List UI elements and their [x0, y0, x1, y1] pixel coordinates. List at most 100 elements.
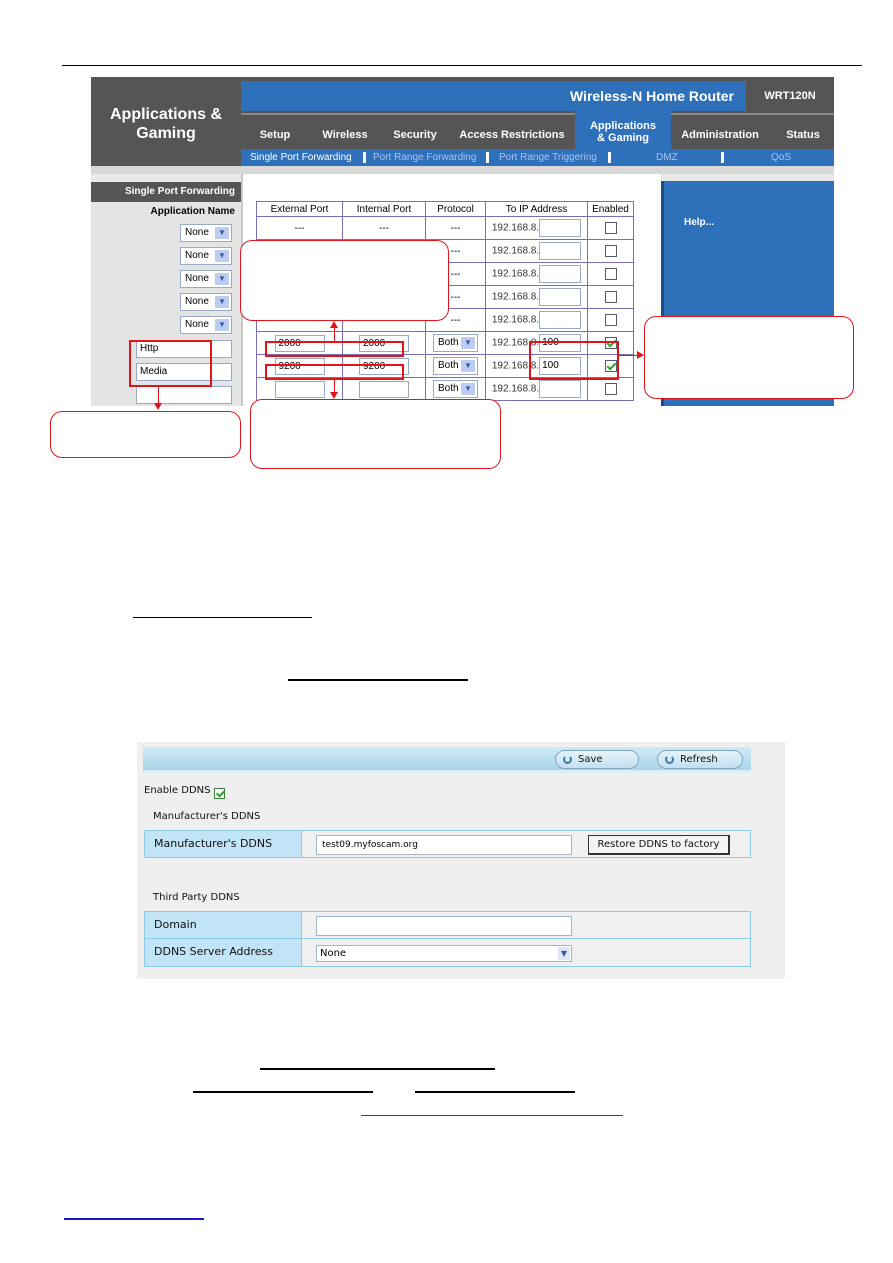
refresh-circle-icon — [665, 755, 674, 764]
ip-suffix-input[interactable] — [539, 265, 582, 283]
subtab-separator — [363, 152, 366, 163]
tab-wireless[interactable]: Wireless — [315, 115, 375, 149]
router-product-name: Wireless-N Home Router — [241, 81, 746, 111]
manufacturer-ddns-input[interactable]: test09.myfoscam.org — [316, 835, 572, 855]
ip-suffix-input[interactable] — [539, 380, 582, 398]
external-port-input[interactable] — [274, 380, 325, 398]
chevron-down-icon: ▼ — [558, 947, 570, 960]
footer-hyperlink[interactable] — [64, 1218, 204, 1220]
tab-administration[interactable]: Administration — [675, 115, 765, 149]
chevron-down-icon: ▼ — [215, 319, 229, 331]
select-value: None — [185, 227, 209, 238]
select-value: None — [185, 296, 209, 307]
ip-suffix-input[interactable] — [539, 311, 582, 329]
underlined-link[interactable] — [133, 617, 312, 618]
tab-applications-gaming[interactable]: Applications & Gaming — [575, 111, 671, 151]
underlined-link[interactable] — [193, 1091, 373, 1093]
enable-ddns-checkbox[interactable] — [214, 788, 225, 799]
callout-box-ports-upper — [240, 240, 449, 321]
protocol-select[interactable]: Both ▼ — [433, 334, 478, 352]
select-value: None — [185, 250, 209, 261]
enabled-checkbox[interactable] — [604, 222, 617, 234]
enabled-checkbox[interactable] — [604, 245, 617, 257]
domain-input[interactable] — [316, 916, 572, 936]
tab-status[interactable]: Status — [777, 115, 829, 149]
callout-box-ip-enabled — [644, 316, 854, 399]
enabled-checkbox[interactable] — [604, 268, 617, 280]
enabled-cell — [587, 262, 634, 286]
ip-prefix: 192.168.8. — [491, 383, 540, 395]
underlined-link[interactable] — [260, 1068, 495, 1070]
application-select[interactable]: None ▼ — [180, 293, 232, 311]
refresh-button[interactable]: Refresh — [657, 750, 743, 769]
ip-suffix-input[interactable] — [539, 219, 582, 237]
application-select[interactable]: None ▼ — [180, 270, 232, 288]
manufacturer-ddns-row: Manufacturer's DDNS test09.myfoscam.org … — [144, 830, 751, 858]
router-model: WRT120N — [764, 90, 816, 102]
ip-suffix-input[interactable] — [539, 242, 582, 260]
enable-ddns-label: Enable DDNS — [144, 785, 211, 796]
enabled-checkbox[interactable] — [604, 383, 617, 395]
domain-label: Domain — [145, 912, 302, 938]
ip-cell: 192.168.8. — [485, 262, 588, 286]
subtab-single-port-forwarding[interactable]: Single Port Forwarding — [250, 149, 352, 166]
subtab-separator — [721, 152, 724, 163]
enabled-cell — [587, 285, 634, 309]
header-protocol: Protocol — [425, 201, 486, 217]
ddns-toolbar: Save Refresh — [143, 747, 751, 773]
subtab-dmz[interactable]: DMZ — [656, 149, 678, 166]
header-enabled: Enabled — [587, 201, 634, 217]
enabled-checkbox[interactable] — [604, 314, 617, 326]
ip-suffix-input[interactable] — [539, 288, 582, 306]
arrow-up-icon — [330, 321, 338, 328]
ddns-server-label: DDNS Server Address — [145, 939, 302, 966]
callout-box-application-name — [50, 411, 241, 458]
protocol-cell: Both ▼ — [425, 377, 486, 401]
protocol-select[interactable]: Both ▼ — [433, 357, 478, 375]
ip-cell: 192.168.8. — [485, 377, 588, 401]
arrow-right-icon — [637, 351, 644, 359]
help-link[interactable]: Help... — [684, 217, 714, 228]
subtab-port-range-forwarding[interactable]: Port Range Forwarding — [373, 149, 476, 166]
application-name-input[interactable] — [136, 386, 232, 404]
protocol: --- — [425, 216, 486, 240]
manufacturer-ddns-label: Manufacturer's DDNS — [145, 831, 302, 857]
application-select[interactable]: None ▼ — [180, 247, 232, 265]
ip-cell: 192.168.8. — [485, 285, 588, 309]
underlined-link[interactable] — [288, 679, 468, 681]
underlined-hyperlink[interactable] — [361, 1115, 623, 1116]
refresh-label: Refresh — [680, 754, 718, 765]
tab-access-restrictions[interactable]: Access Restrictions — [453, 115, 571, 149]
save-button[interactable]: Save — [555, 750, 639, 769]
tab-security[interactable]: Security — [387, 115, 443, 149]
router-main-tabs: Setup Wireless Security Access Restricti… — [241, 111, 834, 151]
manufacturer-ddns-section-title: Manufacturer's DDNS — [153, 811, 261, 822]
router-divider-strip — [91, 166, 834, 174]
ip-prefix: 192.168.8. — [491, 314, 540, 326]
underlined-link[interactable] — [415, 1091, 575, 1093]
save-label: Save — [578, 754, 603, 765]
ddns-server-select[interactable]: None ▼ — [316, 945, 572, 962]
application-select[interactable]: None ▼ — [180, 316, 232, 334]
subtab-port-range-triggering[interactable]: Port Range Triggering — [499, 149, 597, 166]
highlight-ip-enabled — [529, 341, 619, 380]
chevron-down-icon: ▼ — [461, 383, 475, 395]
protocol-select[interactable]: Both ▼ — [433, 380, 478, 398]
ip-prefix: 192.168.8. — [491, 268, 540, 280]
enabled-checkbox[interactable] — [604, 291, 617, 303]
highlight-http-ports — [265, 341, 404, 357]
tab-setup[interactable]: Setup — [251, 115, 299, 149]
restore-ddns-button[interactable]: Restore DDNS to factory — [588, 835, 730, 855]
page-header-rule — [62, 65, 862, 66]
subtab-qos[interactable]: QoS — [771, 149, 791, 166]
arrow-line — [619, 355, 639, 356]
ip-prefix: 192.168.8. — [491, 222, 540, 234]
application-select[interactable]: None ▼ — [180, 224, 232, 242]
select-value: None — [185, 273, 209, 284]
internal-port-input[interactable] — [359, 380, 409, 398]
refresh-circle-icon — [563, 755, 572, 764]
ip-prefix: 192.168.8. — [491, 291, 540, 303]
external-port: --- — [256, 216, 343, 240]
ddns-settings-screenshot: Save Refresh Enable DDNS Manufacturer's … — [137, 742, 785, 979]
highlight-media-ports — [265, 364, 404, 380]
